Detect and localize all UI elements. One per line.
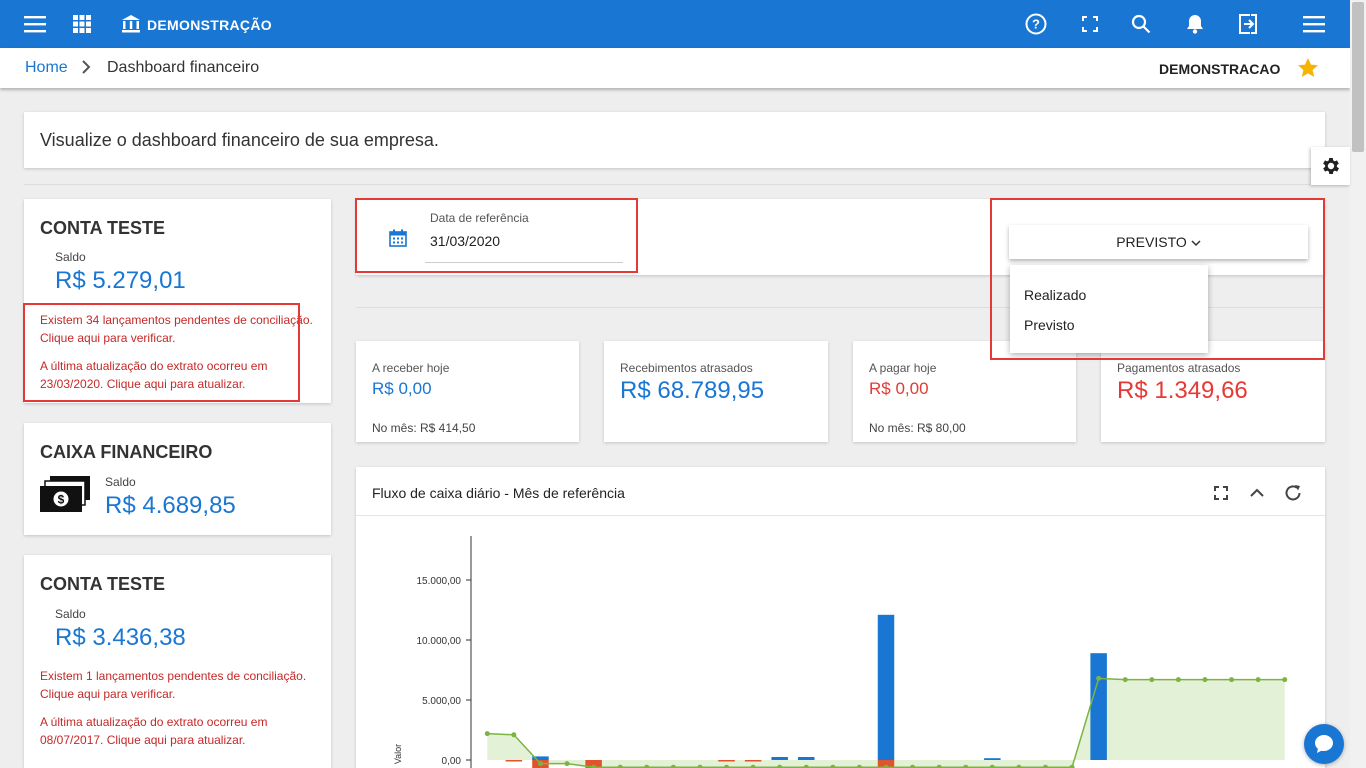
kpi-label: Recebimentos atrasados [620, 361, 753, 375]
kpi-label: A receber hoje [372, 361, 450, 375]
collapse-icon[interactable] [1247, 483, 1267, 503]
kpi-value: R$ 68.789,95 [620, 377, 765, 404]
account-name: CONTA TESTE [40, 574, 165, 594]
line-point [1282, 677, 1288, 683]
y-tick-label: 10.000,00 [417, 636, 462, 647]
cashflow-chart: 0,00 5.000,00 10.000,00 15.000,00 Valor [393, 536, 1288, 768]
kpi-value: R$ 0,00 [869, 379, 929, 398]
more-menu-icon[interactable] [1302, 12, 1326, 36]
intro-text: Visualize o dashboard financeiro de sua … [40, 130, 439, 150]
top-bar: DEMONSTRAÇÃO ? [0, 0, 1366, 48]
account-card: CAIXA FINANCEIRO $ Saldo R$ 4.689,85 [24, 423, 331, 535]
fullscreen-icon[interactable] [1211, 483, 1231, 503]
search-icon[interactable] [1129, 12, 1153, 36]
kpi-subtext: No mês: R$ 80,00 [869, 421, 966, 435]
balance-label: Saldo [105, 475, 136, 489]
bar [877, 614, 895, 760]
account-name: CONTA TESTE [40, 218, 165, 238]
pending-reconciliation-link[interactable]: Existem 1 lançamentos pendentes de conci… [40, 667, 320, 703]
kpi-label: A pagar hoje [869, 361, 937, 375]
line-point [1096, 675, 1102, 681]
divider [24, 184, 1325, 185]
line-point [1122, 677, 1128, 683]
bank-icon [119, 12, 143, 36]
account-card: CONTA TESTE Saldo R$ 3.436,38 Existem 1 … [24, 555, 331, 768]
gear-icon [1322, 158, 1339, 174]
breadcrumb: Home Dashboard financeiro DEMONSTRACAO [0, 48, 1350, 88]
balance-label: Saldo [55, 607, 86, 621]
bar [984, 758, 1001, 760]
refresh-icon[interactable] [1283, 483, 1303, 503]
kpi-card-late-receipts: Recebimentos atrasados R$ 68.789,95 [604, 341, 828, 442]
menu-icon[interactable] [23, 12, 47, 36]
settings-button[interactable] [1311, 147, 1350, 185]
bar [505, 760, 523, 762]
bar [744, 760, 762, 762]
account-name: CAIXA FINANCEIRO [40, 442, 213, 462]
balance-value: R$ 5.279,01 [55, 267, 186, 294]
balance-value: R$ 4.689,85 [105, 492, 236, 519]
svg-text:$: $ [58, 493, 65, 507]
logout-icon[interactable] [1236, 12, 1260, 36]
highlight-box [355, 198, 638, 273]
y-axis-label: Valor [393, 744, 403, 764]
kpi-card-receive-today: A receber hoje R$ 0,00 No mês: R$ 414,50 [356, 341, 579, 442]
bar [718, 760, 735, 762]
bar [1090, 653, 1107, 760]
kpi-value: R$ 0,00 [372, 379, 432, 398]
help-icon[interactable]: ? [1024, 12, 1048, 36]
line-point [1202, 677, 1208, 683]
chat-button[interactable] [1304, 724, 1344, 764]
chart-title: Fluxo de caixa diário - Mês de referênci… [372, 485, 625, 501]
line-point [1175, 677, 1181, 683]
y-tick-label: 0,00 [442, 756, 462, 767]
highlight-box [23, 303, 300, 402]
balance-label: Saldo [55, 250, 86, 264]
breadcrumb-home-link[interactable]: Home [25, 59, 68, 77]
cash-icon: $ [40, 476, 92, 517]
apps-icon[interactable] [70, 12, 94, 36]
line-point [564, 761, 570, 767]
line-point [1149, 677, 1155, 683]
bar [771, 757, 788, 760]
fullscreen-icon[interactable] [1078, 12, 1102, 36]
line-point [1229, 677, 1235, 683]
company-brand: DEMONSTRAÇÃO [147, 17, 272, 33]
bell-icon[interactable] [1183, 12, 1207, 36]
line-point [511, 732, 517, 738]
balance-value: R$ 3.436,38 [55, 624, 186, 651]
highlight-box [990, 198, 1325, 360]
kpi-value: R$ 1.349,66 [1117, 377, 1248, 404]
chevron-right-icon [80, 59, 92, 80]
scrollbar-thumb[interactable] [1352, 2, 1364, 152]
line-point [537, 761, 543, 767]
company-name: DEMONSTRACAO [1159, 61, 1281, 77]
statement-update-link[interactable]: A última atualização do extrato ocorreu … [40, 713, 320, 749]
svg-text:?: ? [1032, 17, 1040, 32]
line-point [484, 731, 490, 737]
intro-card: Visualize o dashboard financeiro de sua … [24, 112, 1325, 168]
chat-bubble-icon [1315, 735, 1333, 753]
line-point [1255, 677, 1261, 683]
y-tick-label: 15.000,00 [417, 576, 462, 587]
breadcrumb-current: Dashboard financeiro [107, 59, 260, 76]
bar [798, 757, 815, 760]
kpi-subtext: No mês: R$ 414,50 [372, 421, 476, 435]
cashflow-chart-card: Fluxo de caixa diário - Mês de referênci… [356, 467, 1325, 768]
kpi-label: Pagamentos atrasados [1117, 361, 1241, 375]
y-tick-label: 5.000,00 [422, 696, 461, 707]
star-icon[interactable] [1296, 56, 1320, 85]
